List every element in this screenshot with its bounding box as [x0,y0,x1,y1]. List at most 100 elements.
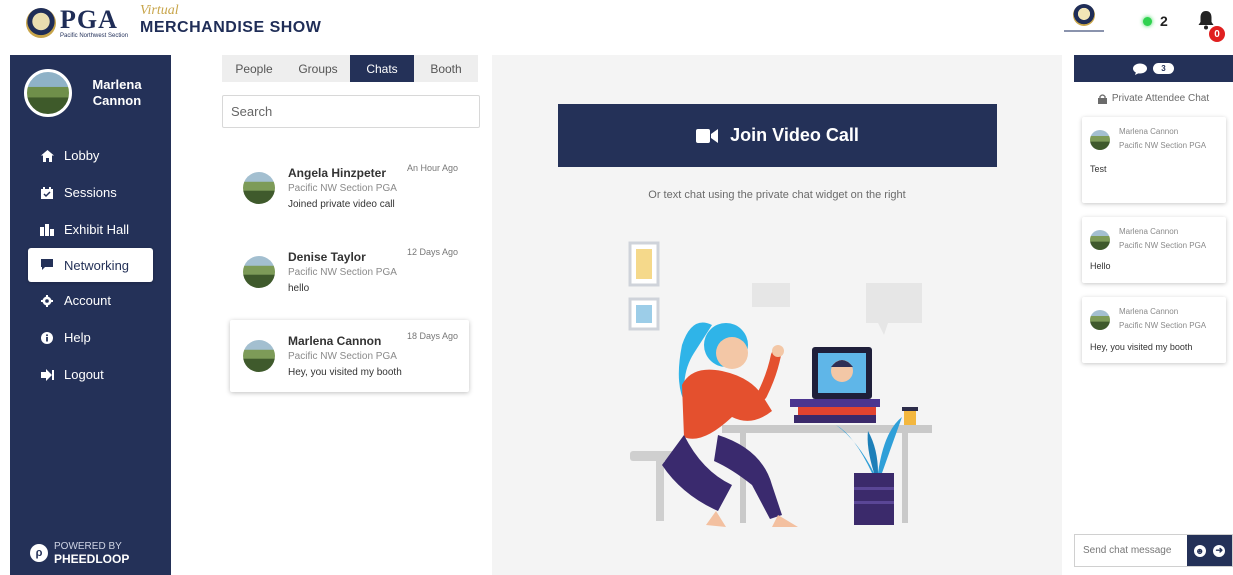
chat-last-message: hello [288,283,310,294]
sidebar: Marlena Cannon Lobby Sessions Exhibit Ha… [10,55,192,575]
avatar [1090,230,1110,250]
tab-people[interactable]: People [222,55,286,82]
sidebar-item-help[interactable]: Help [10,319,171,356]
chat-bubble-icon [40,258,54,272]
logo-text: PGA [60,5,118,34]
join-video-call-label: Join Video Call [730,125,859,145]
message-text: Hey, you visited my booth [1090,342,1193,352]
pga-seal-icon [26,8,56,38]
online-status-icon [1143,16,1152,26]
chat-last-message: Hey, you visited my booth [288,367,402,378]
menu-toggle-icon[interactable] [173,55,195,77]
networking-tabs: People Groups Chats Booth [222,55,478,82]
chat-contact-org: Pacific NW Section PGA [288,351,397,362]
sidebar-nav: Lobby Sessions Exhibit Hall Networking A… [10,137,171,393]
list-item[interactable]: Denise Taylor Pacific NW Section PGA hel… [230,236,469,308]
chat-icon [1133,63,1148,75]
message-sender: Marlena Cannon [1119,307,1179,316]
online-users-indicator[interactable]: 2 [1143,13,1168,29]
message-sender-org: Pacific NW Section PGA [1119,141,1207,150]
join-video-call-button[interactable]: Join Video Call [558,104,997,167]
chat-message: Marlena Cannon Pacific NW Section PGA He… [1082,297,1226,363]
logout-icon [40,368,54,382]
sidebar-item-label: Logout [64,367,104,382]
user-profile[interactable]: Marlena Cannon [24,69,152,117]
emoji-icon[interactable]: ☻ [1193,544,1206,557]
chat-helper-text: Or text chat using the private chat widg… [648,189,906,201]
calendar-icon [40,186,54,200]
lock-icon [1097,93,1107,104]
gear-icon [40,294,54,308]
top-bar: PGA Pacific Northwest Section Virtual ME… [0,0,1233,48]
sidebar-item-sessions[interactable]: Sessions [10,174,171,211]
sidebar-item-networking[interactable]: Networking [28,248,153,282]
video-call-illustration [628,241,932,527]
chat-contact-org: Pacific NW Section PGA [288,183,397,194]
message-sender-org: Pacific NW Section PGA [1119,321,1207,330]
chat-widget-header[interactable]: 3 [1074,55,1233,82]
info-icon [40,331,54,345]
message-sender-org: Pacific NW Section PGA [1119,241,1207,250]
send-message-bar: ☻ ➜ [1074,534,1233,567]
send-arrow-icon[interactable]: ➜ [1213,544,1226,557]
show-title: MERCHANDISE SHOW [140,19,322,36]
chat-last-message: Joined private video call [288,199,395,210]
chat-message: Marlena Cannon Pacific NW Section PGA Te… [1082,117,1226,203]
chat-contact-name: Denise Taylor [288,250,366,264]
sidebar-item-label: Lobby [64,148,100,163]
sidebar-item-logout[interactable]: Logout [10,356,171,393]
sidebar-item-exhibit-hall[interactable]: Exhibit Hall [10,211,171,248]
user-name: Marlena Cannon [92,77,142,108]
avatar [1090,310,1110,330]
powered-by-brand: PHEEDLOOP [54,552,130,566]
chat-contact-name: Angela Hinzpeter [288,166,387,180]
chat-contact-name: Marlena Cannon [288,334,382,348]
private-chat-title: Private Attendee Chat [1074,93,1233,104]
pga-logo[interactable]: PGA Pacific Northwest Section [26,5,129,39]
online-count: 2 [1160,13,1168,29]
video-call-area: Join Video Call Or text chat using the p… [492,55,1062,575]
sidebar-item-label: Sessions [64,185,117,200]
list-item-selected[interactable]: Marlena Cannon Pacific NW Section PGA He… [230,320,469,392]
chat-contact-org: Pacific NW Section PGA [288,267,397,278]
message-sender: Marlena Cannon [1119,227,1179,236]
sidebar-item-label: Networking [64,257,130,273]
app-root: PGA Pacific Northwest Section Virtual ME… [0,0,1233,575]
building-icon [40,223,54,237]
sidebar-item-label: Help [64,330,91,345]
sponsor-logo-icon [1062,4,1106,38]
chat-message-input[interactable] [1075,535,1187,566]
avatar [243,340,275,372]
notifications-button[interactable]: 0 [1197,10,1225,42]
avatar [243,256,275,288]
pheedloop-logo-icon: ρ [30,544,48,562]
chat-timestamp: An Hour Ago [406,163,458,173]
chat-timestamp: 12 Days Ago [406,247,458,257]
tab-chats[interactable]: Chats [350,55,414,82]
sidebar-item-lobby[interactable]: Lobby [10,137,171,174]
message-sender: Marlena Cannon [1119,127,1179,136]
search-input[interactable] [222,95,480,128]
sidebar-item-label: Account [64,293,111,308]
video-camera-icon [696,128,719,143]
sidebar-item-account[interactable]: Account [10,282,171,319]
tab-groups[interactable]: Groups [286,55,350,82]
notification-badge: 0 [1209,26,1225,42]
message-count-badge: 3 [1153,63,1174,74]
list-item[interactable]: Angela Hinzpeter Pacific NW Section PGA … [230,152,469,224]
tab-booth[interactable]: Booth [414,55,478,82]
message-text: Hello [1090,261,1111,271]
sidebar-item-label: Exhibit Hall [64,222,130,237]
chat-list-panel: People Groups Chats Booth Angela Hinzpet… [218,55,484,575]
show-virtual-label: Virtual [140,3,179,18]
logo-subtitle: Pacific Northwest Section [60,33,129,39]
home-icon [40,149,54,163]
show-title-block: Virtual MERCHANDISE SHOW [140,4,321,38]
chat-message: Marlena Cannon Pacific NW Section PGA He… [1082,217,1226,283]
chat-timestamp: 18 Days Ago [406,331,458,341]
avatar [1090,130,1110,150]
private-chat-panel: 3 Private Attendee Chat Marlena Cannon P… [1074,55,1233,575]
powered-by-pheedloop[interactable]: ρ POWERED BY PHEEDLOOP [30,541,129,565]
avatar [24,69,72,117]
message-text: Test [1090,164,1107,174]
